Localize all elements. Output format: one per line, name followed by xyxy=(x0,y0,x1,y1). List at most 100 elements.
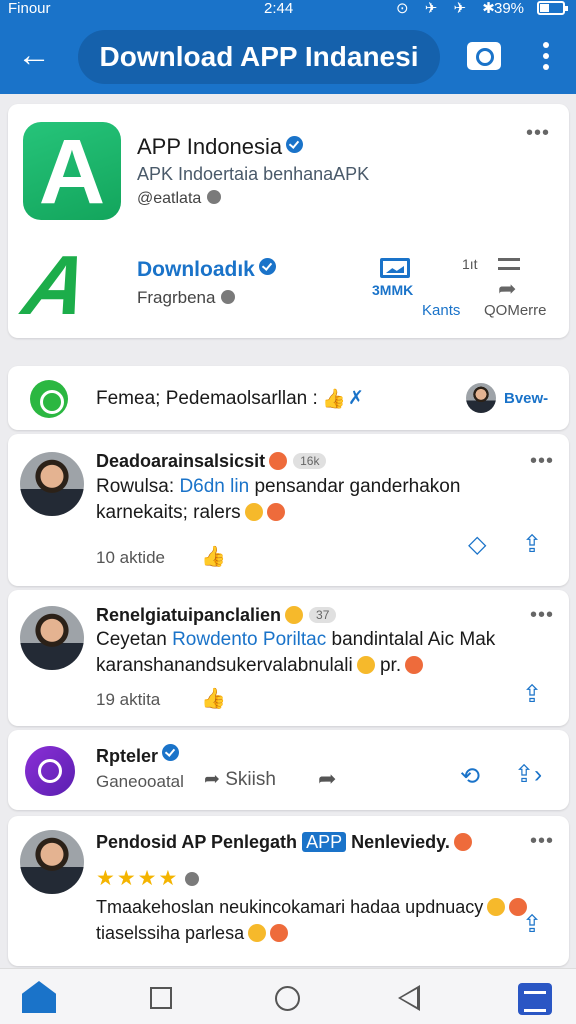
body-line2: karnekaits; ralers xyxy=(96,502,241,523)
post-body: Ceyetan Rowdento Poriltac bandintalal Ai… xyxy=(96,627,495,679)
emoji-icon xyxy=(269,452,288,470)
download-title-row[interactable]: Downloadık xyxy=(137,258,276,282)
share-icon[interactable]: ⇪ xyxy=(522,530,542,559)
messenger-title-row: Rpteler xyxy=(96,744,180,767)
app-card: A APP Indonesia APK Indoertaia benhanaAP… xyxy=(8,104,569,338)
post-body-line2: karanshanandsukervalabnulali pr. xyxy=(96,653,495,679)
body-rest: pensandar ganderhakon xyxy=(254,476,461,497)
post-body-line1: Rowulsa: D6dn lin pensandar ganderhakon xyxy=(96,474,460,500)
clock: 2:44 xyxy=(264,0,294,17)
emoji-icon xyxy=(248,924,267,942)
list-menu-icon[interactable] xyxy=(498,258,520,270)
body-line2: karanshanandsukervalabnulali xyxy=(96,655,353,676)
stat-value: 3MMK xyxy=(372,282,414,298)
home-icon[interactable] xyxy=(22,981,56,1013)
like-icon[interactable]: 👍 xyxy=(201,544,226,569)
body-tail: pr. xyxy=(379,655,402,676)
home-circle-icon[interactable] xyxy=(275,986,300,1011)
messenger-subtitle: Ganeooatal xyxy=(96,772,184,791)
stars-icon: ★★★★ xyxy=(96,867,180,890)
thumb-up-icon[interactable]: 👍 xyxy=(322,387,346,411)
share-icon[interactable]: ⇪ xyxy=(522,910,542,939)
more-vert-icon[interactable] xyxy=(536,38,556,74)
status-bar: Finour 2:44 ⊙ ✈ ✈ ✱ 39% xyxy=(0,0,576,18)
app-name: APP Indonesia xyxy=(137,134,283,159)
messenger-card[interactable]: Rpteler Ganeooatal ➦ Skiish ➦ ⟲ ⇪› xyxy=(8,730,569,810)
menu-icon[interactable] xyxy=(518,983,552,1015)
review-more-icon[interactable]: ••• xyxy=(530,830,554,853)
post-title-row[interactable]: Deadoarainsalsicsit 16k xyxy=(96,451,327,472)
app-handle-row: @eatlata xyxy=(137,190,222,208)
app-tag: APP xyxy=(302,832,347,852)
post-more-icon[interactable]: ••• xyxy=(530,450,554,473)
body-link[interactable]: Rowdento Poriltac xyxy=(172,629,326,650)
verified-icon xyxy=(162,744,180,761)
emoji-icon xyxy=(244,503,263,521)
view-link[interactable]: Bvew- xyxy=(504,390,548,407)
whatsapp-icon xyxy=(30,380,68,418)
share-arrow-icon: ➦ xyxy=(204,769,220,790)
avatar[interactable] xyxy=(20,606,84,670)
verified-icon xyxy=(286,136,304,153)
verified-icon xyxy=(258,258,276,275)
emoji-icon xyxy=(285,606,304,624)
title-search-pill[interactable]: Download APP Indanesi xyxy=(78,30,440,84)
post-more-icon[interactable]: ••• xyxy=(530,604,554,627)
count-badge: 16k xyxy=(293,453,327,469)
body-prefix: Rowulsa: xyxy=(96,476,175,497)
stats-chart-icon[interactable] xyxy=(380,258,410,278)
review-title-row[interactable]: Pendosid AP Penlegath APP Nenleviedy. xyxy=(96,832,472,853)
app-name-row[interactable]: APP Indonesia xyxy=(137,134,304,160)
battery-icon xyxy=(537,1,568,15)
camera-icon[interactable] xyxy=(467,42,501,70)
thread-card[interactable]: Femea; Pedemaolsarllan : 👍 ✗ Bvew- xyxy=(8,366,569,430)
share-icon[interactable]: ⇪› xyxy=(514,760,542,789)
messenger-title: Rpteler xyxy=(96,746,159,766)
review-body: Tmaakehoslan neukincokamari hadaa updnua… xyxy=(96,894,528,946)
avatar[interactable] xyxy=(466,383,496,413)
post-body-line1: Ceyetan Rowdento Poriltac bandintalal Ai… xyxy=(96,627,495,653)
refresh-icon[interactable]: ⟲ xyxy=(460,762,480,791)
avatar[interactable] xyxy=(20,830,84,894)
tag-icon[interactable]: ◇ xyxy=(468,530,486,559)
review-title: Pendosid AP Penlegath xyxy=(96,832,298,852)
count-label: 1ıt xyxy=(462,256,478,272)
emoji-icon xyxy=(266,503,285,521)
download-logo-icon: A xyxy=(16,238,97,332)
back-arrow-icon[interactable]: ← xyxy=(14,36,54,76)
post-body-line2: karnekaits; ralers xyxy=(96,500,460,526)
battery-fill xyxy=(540,4,549,12)
body-rest: bandintalal Aic Mak xyxy=(331,629,496,650)
skish-row[interactable]: ➦ Skiish xyxy=(204,768,276,791)
share-icon[interactable]: ⇪ xyxy=(522,680,542,709)
thread-text: Femea; Pedemaolsarllan : xyxy=(96,388,318,409)
share-label[interactable]: QOMerre xyxy=(484,302,547,319)
avatar[interactable] xyxy=(20,452,84,516)
count-badge: 37 xyxy=(309,607,337,623)
like-icon[interactable]: 👍 xyxy=(201,686,226,711)
post-meta: 10 aktide xyxy=(96,548,165,567)
stat-label[interactable]: Kants xyxy=(422,302,460,319)
emoji-icon xyxy=(405,656,424,674)
card-more-icon[interactable]: ••• xyxy=(526,122,550,145)
download-subtitle: Fragrbena xyxy=(137,288,216,307)
download-sub-row: Fragrbena xyxy=(137,288,236,308)
post-title-row[interactable]: Renelgiatuipanclalien 37 xyxy=(96,605,337,626)
reply-arrow-icon[interactable]: ➦ xyxy=(318,766,336,792)
body-link[interactable]: D6dn lin xyxy=(179,476,249,497)
messenger-icon xyxy=(25,746,75,796)
carrier-label: Finour xyxy=(8,0,51,17)
recent-apps-icon[interactable] xyxy=(150,987,172,1009)
review-title-rest: Nenleviedy. xyxy=(351,832,450,852)
body-prefix: Ceyetan xyxy=(96,629,167,650)
back-triangle-icon[interactable] xyxy=(398,985,420,1011)
status-icons: ⊙ ✈ ✈ ✱ xyxy=(396,0,501,17)
post-card: Deadoarainsalsicsit 16k ••• Rowulsa: D6dn… xyxy=(8,434,569,586)
app-logo-icon[interactable]: A xyxy=(23,122,121,222)
post-meta: 19 aktita xyxy=(96,690,161,709)
review-body-line2: tiaselssiha parlesa xyxy=(96,920,527,946)
review-line2: tiaselssiha parlesa xyxy=(96,923,245,943)
post-body: Rowulsa: D6dn lin pensandar ganderhakon … xyxy=(96,474,460,526)
close-x-icon[interactable]: ✗ xyxy=(348,387,364,410)
share-arrow-icon[interactable]: ➦ xyxy=(498,276,516,302)
